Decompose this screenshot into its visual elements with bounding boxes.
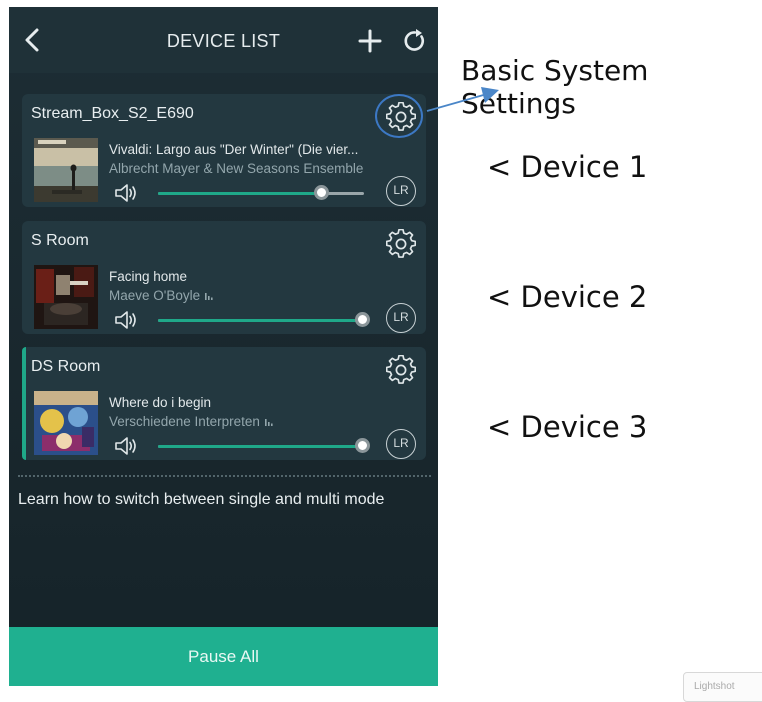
speaker-icon[interactable] [114,435,140,457]
watermark-badge: Lightshot [683,672,762,702]
track-artist: Albrecht Mayer & New Seasons Ensemble [109,161,389,176]
gear-icon[interactable] [386,229,416,259]
top-bar: DEVICE LIST [9,7,438,73]
volume-knob[interactable] [354,312,370,327]
device-name: S Room [31,232,89,249]
artist-name: Verschiedene Interpreten [109,414,260,429]
learn-mode-link[interactable]: Learn how to switch between single and m… [18,491,384,509]
divider [18,475,431,477]
device-name: Stream_Box_S2_E690 [31,105,194,122]
track-title: Where do i begin [109,395,212,410]
device-name: DS Room [31,358,101,375]
volume-knob[interactable] [354,438,370,453]
device-3-annotation: < Device 3 [487,410,648,444]
track-title: Vivaldi: Largo aus "Der Winter" (Die vie… [109,142,359,157]
device-card-2[interactable]: S Room Facing home Maeve O'Boyle LR [22,221,426,334]
settings-annotation: Basic System Settings [461,54,649,120]
device-card-3[interactable]: DS Room Where do i begin Verschiedene In… [22,347,426,460]
device-1-annotation: < Device 1 [487,150,648,184]
app-screen: DEVICE LIST Stream_Box_S2_E690 Vivaldi: … [9,7,438,686]
track-title: Facing home [109,269,188,284]
playing-bars-icon [205,293,213,300]
arrow-icon [426,87,499,112]
channel-lr-button[interactable]: LR [386,429,416,459]
volume-knob[interactable] [313,185,329,200]
speaker-icon[interactable] [114,182,140,204]
volume-slider[interactable] [158,185,364,200]
refresh-icon[interactable] [403,29,427,53]
channel-lr-button[interactable]: LR [386,303,416,333]
album-art [34,138,98,202]
volume-slider[interactable] [158,312,370,327]
channel-lr-button[interactable]: LR [386,176,416,206]
gear-icon[interactable] [386,355,416,385]
device-card-1[interactable]: Stream_Box_S2_E690 Vivaldi: Largo aus "D… [22,94,426,207]
volume-slider[interactable] [158,438,370,453]
device-2-annotation: < Device 2 [487,280,648,314]
playing-bars-icon [264,419,273,426]
active-indicator [22,347,26,460]
speaker-icon[interactable] [114,309,140,331]
pause-all-button[interactable]: Pause All [9,627,438,686]
track-artist: Maeve O'Boyle [109,288,389,303]
artist-name: Albrecht Mayer & New Seasons Ensemble [109,161,364,176]
gear-icon[interactable] [386,102,416,132]
track-artist: Verschiedene Interpreten [109,414,389,429]
plus-icon[interactable] [358,29,382,53]
album-art [34,391,98,455]
album-art [34,265,98,329]
artist-name: Maeve O'Boyle [109,288,201,303]
